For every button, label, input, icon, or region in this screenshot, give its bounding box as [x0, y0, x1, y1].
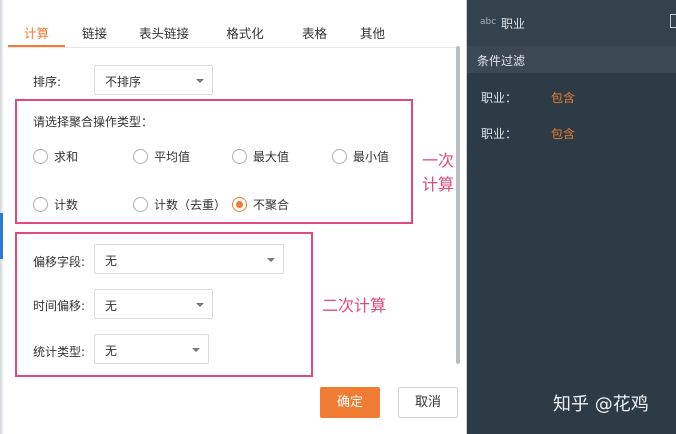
filter-panel: abc 职业 条件过滤 职业： 包含 职业： 包含 知乎 @花鸡 [467, 0, 676, 434]
radio-label: 最小值 [353, 150, 390, 164]
chevron-down-icon [196, 303, 204, 307]
watermark: 知乎 @花鸡 [553, 394, 649, 415]
filter-section-label: 条件过滤 [477, 54, 526, 68]
scrollbar[interactable] [456, 46, 460, 364]
calculation-dialog: 计算 链接 表头链接 格式化 表格 其他 排序: 不排序 请选择聚合操作类型： … [0, 0, 467, 434]
radio-count-distinct[interactable]: 计数（去重） [133, 196, 226, 213]
stat-type-select[interactable]: 无 [94, 334, 209, 364]
tab-format[interactable]: 格式化 [205, 20, 285, 47]
tab-calculate[interactable]: 计算 [8, 20, 65, 47]
offset-field-value: 无 [105, 254, 118, 268]
offset-field-select[interactable]: 无 [94, 244, 284, 274]
sort-select[interactable]: 不排序 [94, 65, 213, 95]
filter-section-header: 条件过滤 [467, 46, 676, 73]
sort-select-value: 不排序 [105, 75, 142, 89]
radio-circle [133, 197, 148, 212]
radio-circle [232, 149, 247, 164]
radio-circle [232, 197, 247, 212]
expand-icon[interactable] [670, 14, 676, 28]
annotation-second-calc: 二次计算 [322, 296, 387, 315]
filter-row-value[interactable]: 包含 [551, 125, 575, 142]
time-offset-value: 无 [105, 299, 118, 313]
tab-other[interactable]: 其他 [344, 20, 401, 47]
radio-count[interactable]: 计数 [33, 196, 78, 213]
filter-row-label: 职业： [481, 127, 518, 141]
chevron-down-icon [192, 348, 200, 352]
confirm-button[interactable]: 确定 [320, 387, 380, 418]
cancel-button[interactable]: 取消 [398, 387, 458, 418]
offset-field-label: 偏移字段: [33, 255, 86, 269]
radio-label: 平均值 [154, 150, 191, 164]
stat-type-value: 无 [105, 344, 118, 358]
radio-circle [332, 149, 347, 164]
filter-row-label: 职业： [481, 91, 518, 105]
radio-label: 不聚合 [253, 198, 290, 212]
radio-label: 最大值 [253, 150, 290, 164]
aggregate-title: 请选择聚合操作类型： [33, 115, 154, 129]
radio-circle [33, 197, 48, 212]
tab-table[interactable]: 表格 [286, 20, 343, 47]
radio-circle [33, 149, 48, 164]
filter-panel-header: abc 职业 [467, 0, 676, 46]
time-offset-label: 时间偏移: [33, 299, 86, 313]
radio-label: 计数（去重） [154, 198, 227, 212]
tab-divider [8, 47, 456, 48]
sort-label: 排序: [33, 75, 62, 89]
chevron-down-icon [267, 258, 275, 262]
radio-sum[interactable]: 求和 [33, 148, 78, 165]
radio-max[interactable]: 最大值 [232, 148, 289, 165]
tab-link[interactable]: 链接 [66, 20, 123, 47]
radio-label: 计数 [54, 198, 79, 212]
radio-label: 求和 [54, 150, 79, 164]
chevron-down-icon [196, 79, 204, 83]
radio-min[interactable]: 最小值 [332, 148, 389, 165]
radio-average[interactable]: 平均值 [133, 148, 190, 165]
left-edge-indicator [0, 213, 3, 259]
radio-no-aggregate[interactable]: 不聚合 [232, 196, 289, 213]
stat-type-label: 统计类型: [33, 345, 86, 359]
field-title: 职业 [501, 17, 526, 31]
radio-circle [133, 149, 148, 164]
tab-bar: 计算 链接 表头链接 格式化 表格 其他 [8, 20, 402, 47]
field-type-icon: abc [480, 17, 497, 27]
time-offset-select[interactable]: 无 [94, 289, 213, 319]
tab-header-link[interactable]: 表头链接 [124, 20, 204, 47]
filter-row-value[interactable]: 包含 [551, 89, 575, 106]
